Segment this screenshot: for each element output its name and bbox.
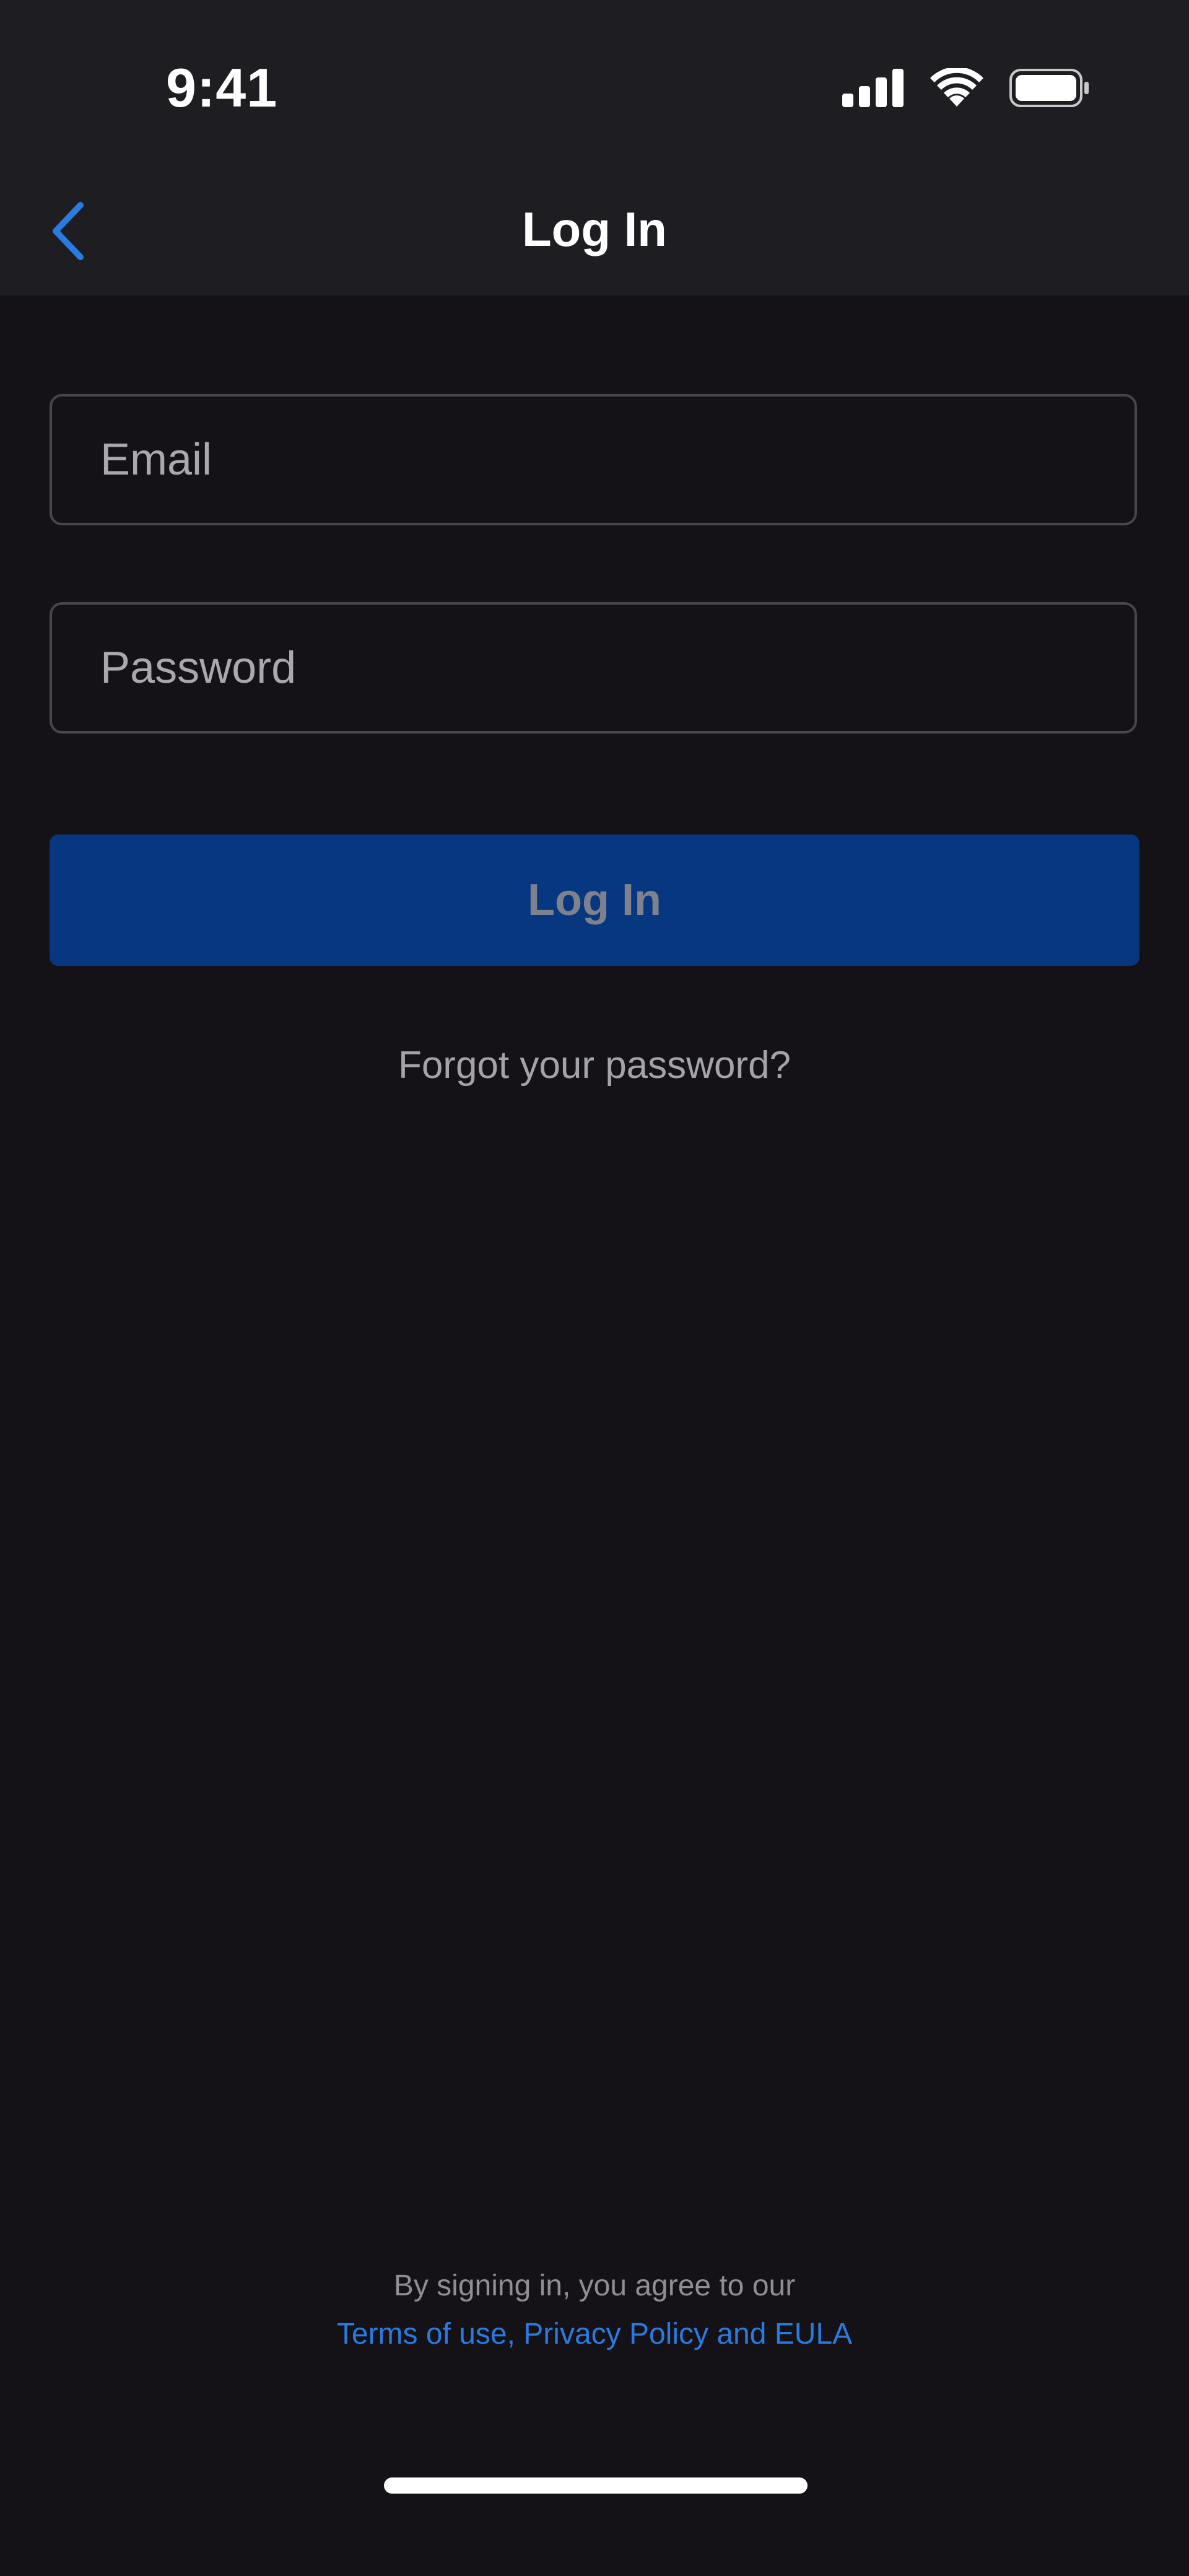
battery-icon <box>1009 68 1090 110</box>
legal-notice: By signing in, you agree to our <box>393 2269 796 2302</box>
password-field[interactable] <box>50 602 1137 734</box>
wifi-icon <box>930 66 983 111</box>
header-bar: 9:41 Log In <box>0 0 1189 296</box>
forgot-password-link[interactable]: Forgot your password? <box>0 1038 1189 1093</box>
status-time: 9:41 <box>166 57 278 118</box>
email-field[interactable] <box>50 394 1137 525</box>
login-screen: 9:41 Log In Email Log In Forgot your pas… <box>0 0 1189 2576</box>
login-button[interactable]: Log In <box>50 835 1139 966</box>
page-title: Log In <box>522 202 667 256</box>
home-indicator <box>384 2477 808 2494</box>
terms-privacy-eula-link[interactable]: Terms of use, Privacy Policy and EULA <box>0 2313 1189 2356</box>
status-icons <box>842 64 1090 114</box>
cellular-signal-icon <box>842 68 904 110</box>
